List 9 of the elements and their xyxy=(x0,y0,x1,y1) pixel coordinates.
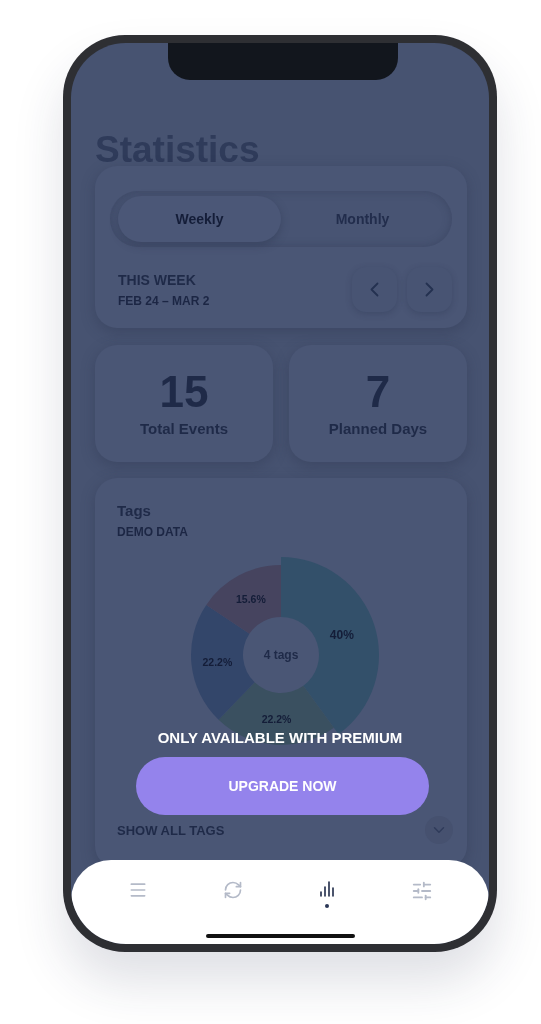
upgrade-button[interactable]: UPGRADE NOW xyxy=(136,757,429,815)
premium-message: ONLY AVAILABLE WITH PREMIUM xyxy=(157,729,403,746)
period-tab[interactable]: Weekly xyxy=(118,196,281,242)
chevron-left-icon xyxy=(370,282,379,297)
expand-button[interactable] xyxy=(425,816,453,844)
previous-button[interactable] xyxy=(352,267,397,312)
active-dot xyxy=(325,904,330,908)
chevron-right-icon xyxy=(425,282,434,297)
next-button[interactable] xyxy=(407,267,452,312)
